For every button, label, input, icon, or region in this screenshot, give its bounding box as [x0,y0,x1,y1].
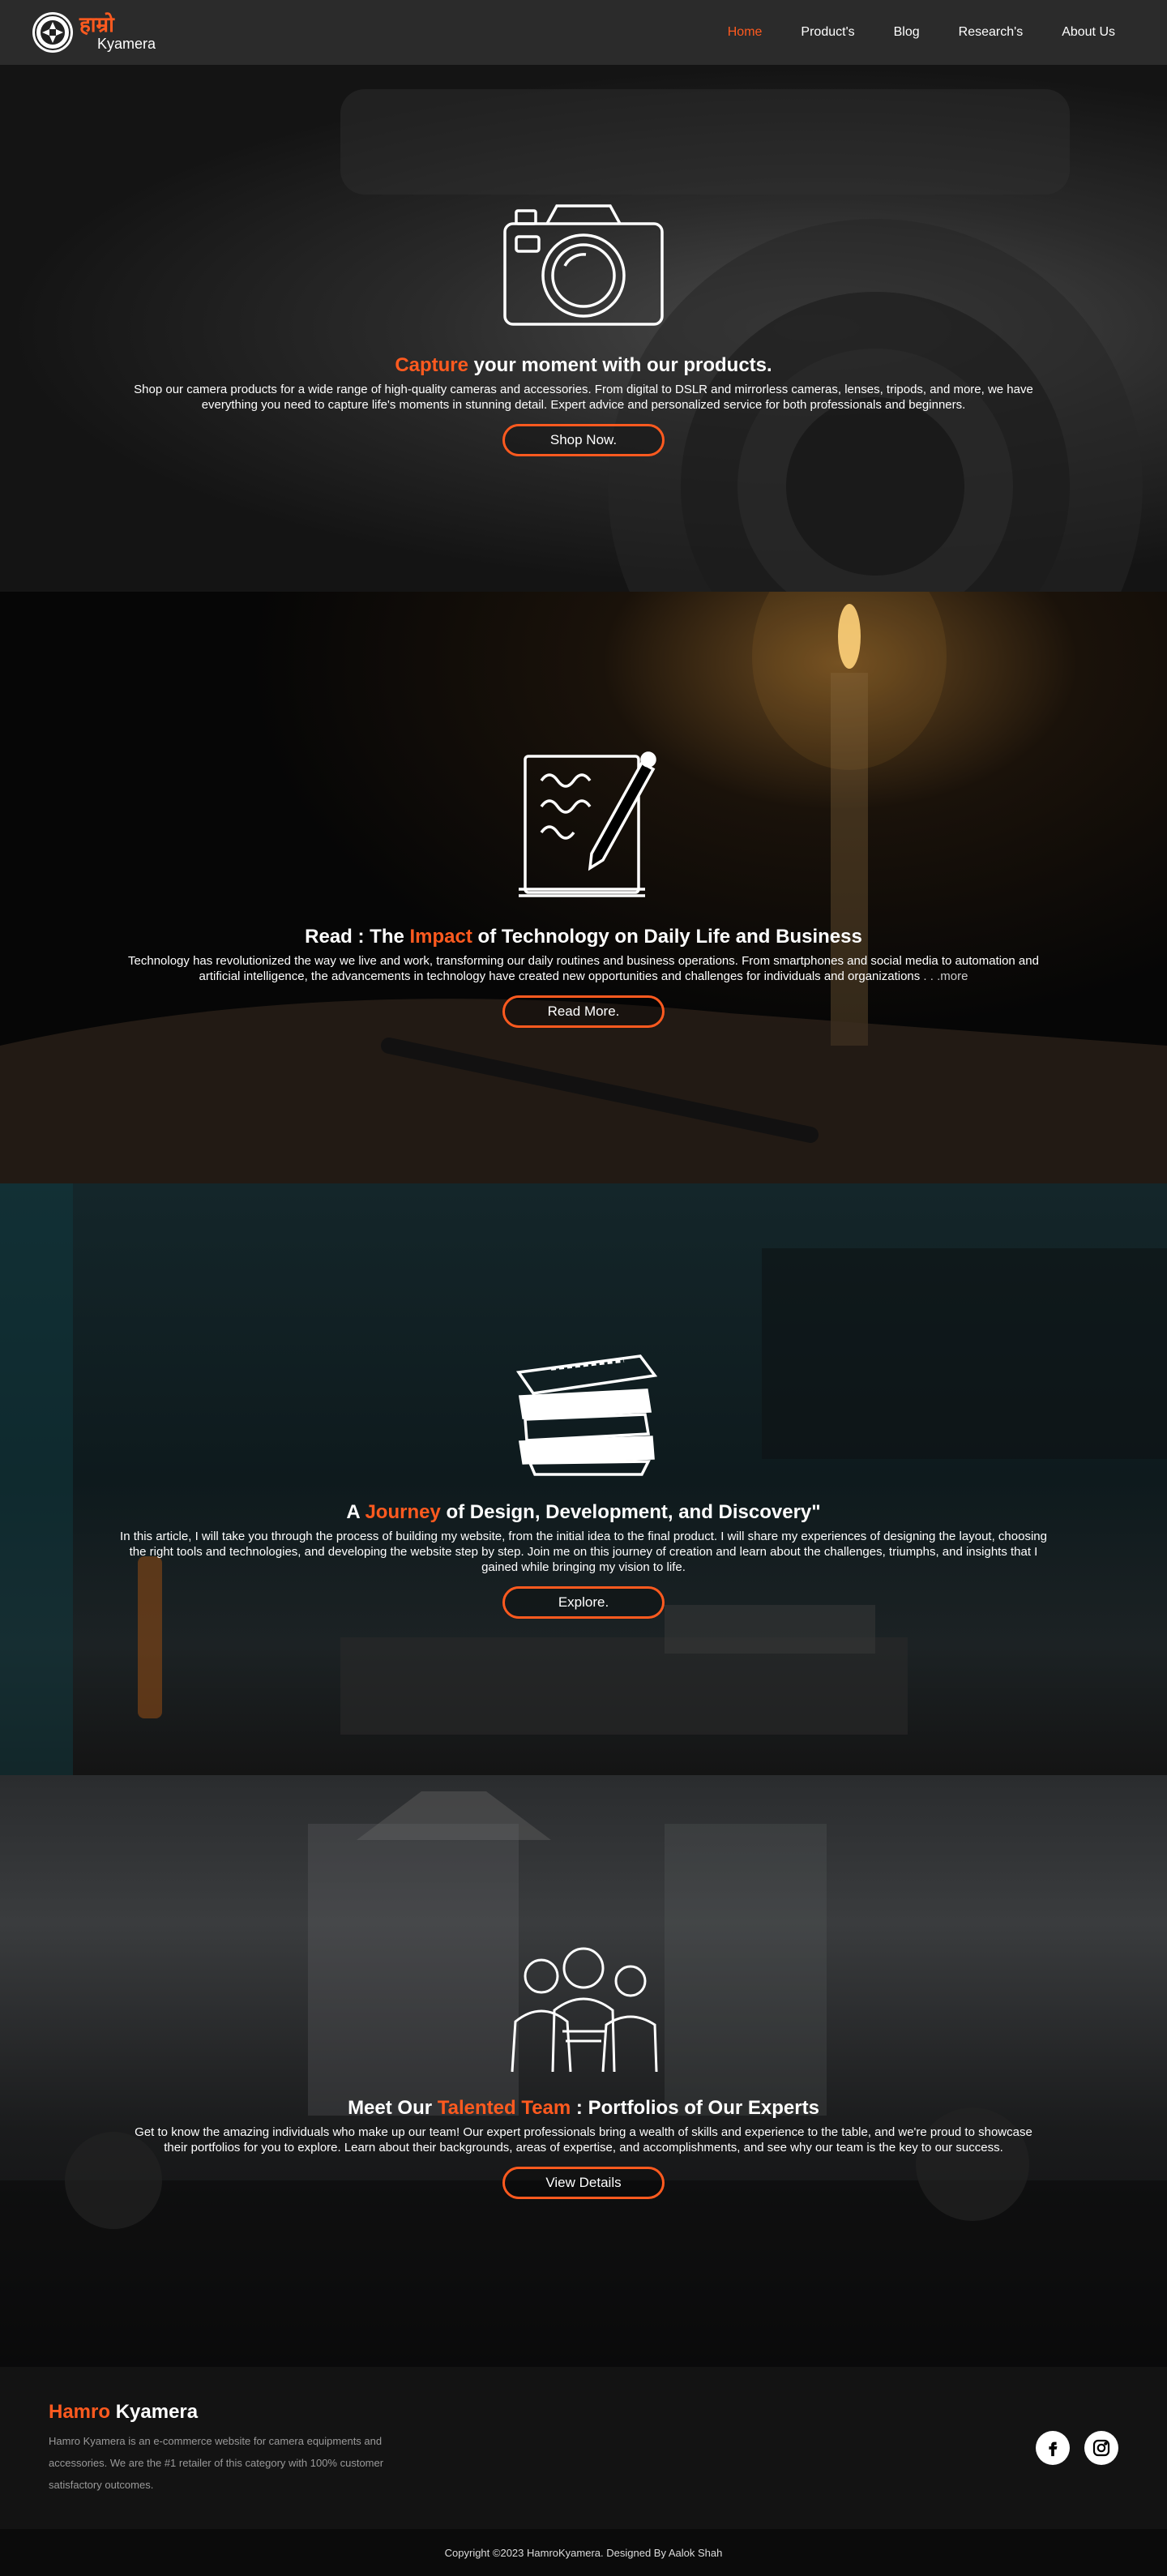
section-title: Read : The Impact of Technology on Daily… [305,925,862,948]
section-description: Shop our camera products for a wide rang… [134,382,1033,412]
copyright: Copyright ©2023 HamroKyamera. Designed B… [0,2529,1167,2576]
social-links [1036,2431,1118,2465]
nav-blog[interactable]: Blog [874,25,939,40]
explore-button[interactable]: Explore. [502,1586,665,1619]
brand-name-devanagari: हाम्रो [79,12,114,36]
section-description: Technology has revolutionized the way we… [128,953,1039,983]
instagram-icon[interactable] [1084,2431,1118,2465]
section-description: In this article, I will take you through… [120,1530,1047,1574]
view-details-button[interactable]: View Details [502,2166,665,2199]
nav-research[interactable]: Research's [939,25,1043,40]
footer: Hamro Kyamera Hamro Kyamera is an e-comm… [0,2367,1167,2529]
blog-section-read: Read : The Impact of Technology on Daily… [0,592,1167,1183]
team-section: Meet Our Talented Team : Portfolios of O… [0,1775,1167,2367]
section-title: Capture your moment with our products. [395,353,772,376]
read-more-button[interactable]: Read More. [502,995,665,1028]
blog-section-journey: A Journey of Design, Development, and Di… [0,1183,1167,1775]
more-link[interactable]: . . .more [920,969,968,983]
brand-name: Kyamera [97,36,156,52]
brand[interactable]: हाम्रो Kyamera [32,12,156,53]
camera-icon [498,201,669,335]
section-title: A Journey of Design, Development, and Di… [346,1501,821,1523]
section-description: Get to know the amazing individuals who … [135,2125,1032,2155]
team-people-icon [502,1944,665,2077]
camera-aperture-icon [32,12,73,53]
footer-about: Hamro Kyamera Hamro Kyamera is an e-comm… [49,2401,421,2496]
section-title: Meet Our Talented Team : Portfolios of O… [348,2096,819,2119]
nav-links: Home Product's Blog Research's About Us [708,25,1135,40]
top-navbar: हाम्रो Kyamera Home Product's Blog Resea… [0,0,1167,65]
nav-about[interactable]: About Us [1042,25,1135,40]
footer-title: Hamro Kyamera [49,2400,199,2423]
facebook-icon[interactable] [1036,2431,1070,2465]
nav-home[interactable]: Home [708,25,782,40]
footer-description: Hamro Kyamera is an e-commerce website f… [49,2434,384,2491]
nav-products[interactable]: Product's [781,25,874,40]
book-stack-icon [502,1340,665,1482]
hero-section-shop: Capture your moment with our products. S… [0,65,1167,592]
shop-now-button[interactable]: Shop Now. [502,423,665,456]
notebook-pen-icon [502,748,665,906]
